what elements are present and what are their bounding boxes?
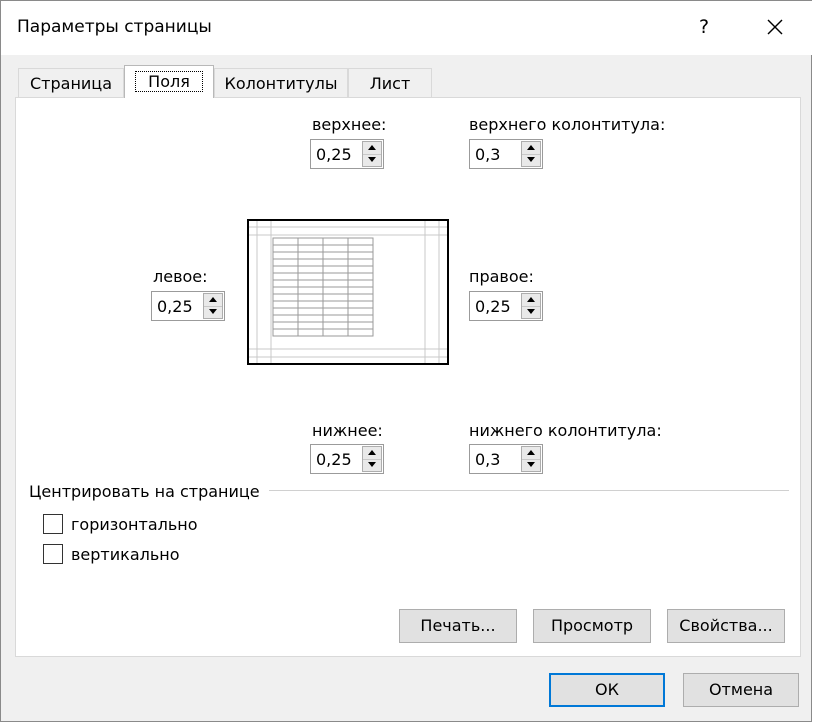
page-setup-dialog: Параметры страницы ? Страница Поля Колон… bbox=[0, 0, 813, 722]
dialog-title: Параметры страницы bbox=[17, 17, 212, 37]
spin-down-button[interactable] bbox=[522, 459, 540, 471]
bottom-margin-spinner[interactable]: 0,25 bbox=[310, 444, 384, 474]
spin-down-button[interactable] bbox=[522, 306, 540, 318]
spin-down-button[interactable] bbox=[522, 154, 540, 166]
header-margin-spinner[interactable]: 0,3 bbox=[469, 139, 543, 169]
ok-button[interactable]: ОК bbox=[549, 673, 665, 707]
footer-margin-label: нижнего колонтитула: bbox=[469, 421, 662, 440]
tab-header-footer-label: Колонтитулы bbox=[224, 74, 338, 93]
tab-sheet[interactable]: Лист bbox=[348, 68, 432, 98]
left-margin-label: левое: bbox=[153, 267, 208, 286]
arrow-up-icon bbox=[368, 145, 376, 150]
top-margin-value[interactable]: 0,25 bbox=[316, 145, 352, 164]
arrow-up-icon bbox=[368, 450, 376, 455]
spinner-buttons bbox=[521, 293, 541, 319]
close-icon bbox=[767, 19, 783, 35]
vertical-checkbox[interactable] bbox=[43, 544, 63, 564]
footer-margin-value[interactable]: 0,3 bbox=[475, 450, 500, 469]
spinner-buttons bbox=[362, 446, 382, 472]
top-margin-label: верхнее: bbox=[312, 115, 387, 134]
spinner-buttons bbox=[521, 141, 541, 167]
arrow-down-icon bbox=[527, 309, 535, 314]
top-margin-spinner[interactable]: 0,25 bbox=[310, 139, 384, 169]
preview-button[interactable]: Просмотр bbox=[533, 609, 651, 643]
margins-panel bbox=[15, 97, 801, 657]
arrow-down-icon bbox=[527, 157, 535, 162]
help-button[interactable]: ? bbox=[689, 9, 719, 45]
footer-margin-spinner[interactable]: 0,3 bbox=[469, 444, 543, 474]
print-button[interactable]: Печать... bbox=[399, 609, 517, 643]
tab-margins-label: Поля bbox=[135, 71, 203, 92]
header-margin-value[interactable]: 0,3 bbox=[475, 145, 500, 164]
arrow-down-icon bbox=[209, 309, 217, 314]
page-preview bbox=[247, 219, 449, 365]
center-on-page-label: Центрировать на странице bbox=[29, 482, 260, 501]
properties-button[interactable]: Свойства... bbox=[667, 609, 785, 643]
arrow-up-icon bbox=[527, 145, 535, 150]
tab-page[interactable]: Страница bbox=[18, 68, 124, 98]
right-margin-spinner[interactable]: 0,25 bbox=[469, 291, 543, 321]
right-margin-value[interactable]: 0,25 bbox=[475, 297, 511, 316]
spinner-buttons bbox=[362, 141, 382, 167]
tab-page-label: Страница bbox=[29, 74, 112, 93]
left-margin-value[interactable]: 0,25 bbox=[157, 297, 193, 316]
spinner-buttons bbox=[203, 293, 223, 319]
spinner-buttons bbox=[521, 446, 541, 472]
arrow-up-icon bbox=[527, 297, 535, 302]
arrow-down-icon bbox=[368, 462, 376, 467]
tab-margins[interactable]: Поля bbox=[124, 65, 214, 98]
page-preview-icon bbox=[249, 221, 447, 363]
arrow-up-icon bbox=[209, 297, 217, 302]
title-bar: Параметры страницы ? bbox=[1, 1, 813, 55]
arrow-up-icon bbox=[527, 450, 535, 455]
left-margin-spinner[interactable]: 0,25 bbox=[151, 291, 225, 321]
vertical-checkbox-label[interactable]: вертикально bbox=[71, 545, 180, 564]
horizontal-checkbox-label[interactable]: горизонтально bbox=[71, 515, 198, 534]
right-margin-label: правое: bbox=[469, 267, 534, 286]
cancel-button[interactable]: Отмена bbox=[683, 673, 799, 707]
close-button[interactable] bbox=[759, 9, 791, 45]
group-divider bbox=[269, 490, 789, 491]
spin-down-button[interactable] bbox=[363, 154, 381, 166]
arrow-down-icon bbox=[368, 157, 376, 162]
tab-sheet-label: Лист bbox=[369, 74, 411, 93]
bottom-margin-label: нижнее: bbox=[312, 421, 383, 440]
horizontal-checkbox[interactable] bbox=[43, 514, 63, 534]
tab-header-footer[interactable]: Колонтитулы bbox=[214, 68, 348, 98]
spin-down-button[interactable] bbox=[204, 306, 222, 318]
header-margin-label: верхнего колонтитула: bbox=[469, 115, 666, 134]
arrow-down-icon bbox=[527, 462, 535, 467]
spin-down-button[interactable] bbox=[363, 459, 381, 471]
bottom-margin-value[interactable]: 0,25 bbox=[316, 450, 352, 469]
